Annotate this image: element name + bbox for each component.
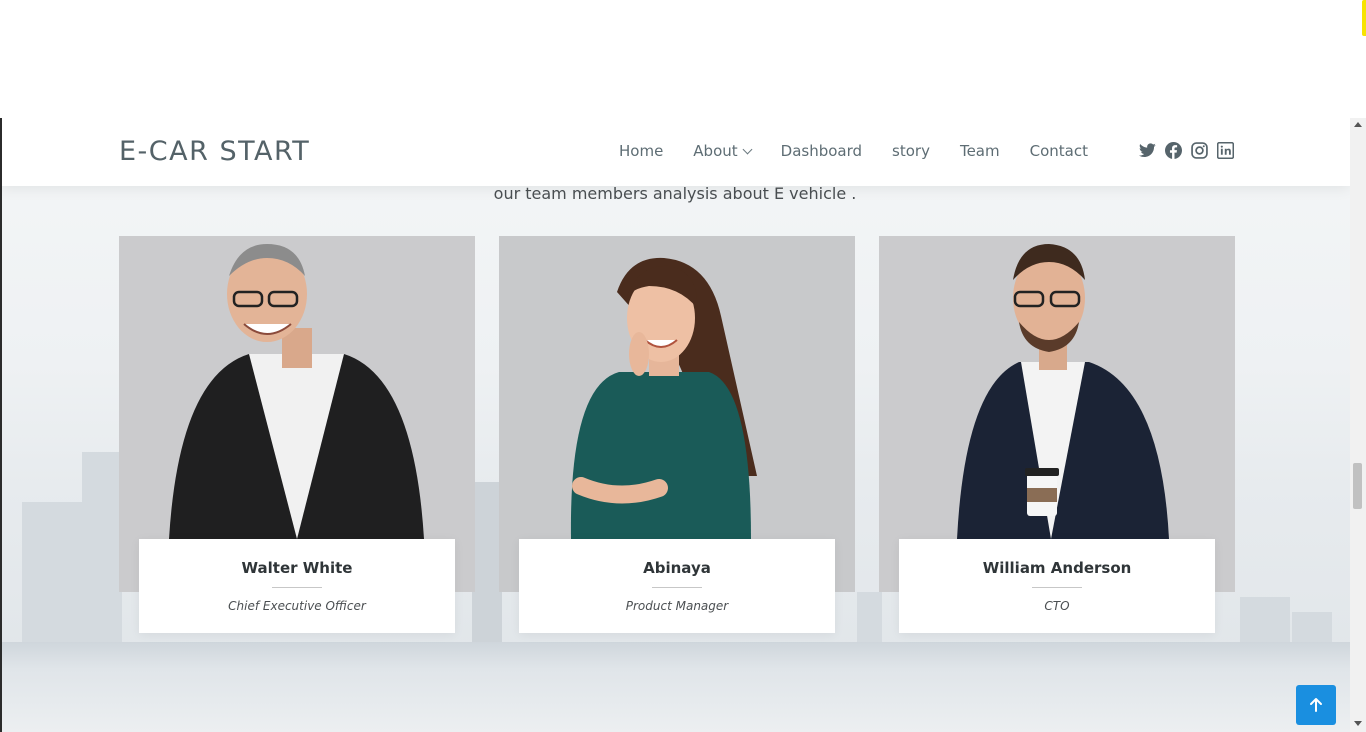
- team-member-card: Walter White Chief Executive Officer: [119, 236, 475, 633]
- twitter-icon[interactable]: [1139, 142, 1156, 159]
- site-logo[interactable]: E-CAR START: [119, 136, 310, 167]
- member-info: Abinaya Product Manager: [519, 539, 835, 633]
- header-navbar: E-CAR START Home About Dashboard story T…: [0, 118, 1350, 186]
- member-info: William Anderson CTO: [899, 539, 1215, 633]
- divider: [1032, 587, 1082, 588]
- member-role: CTO: [1044, 599, 1070, 613]
- nav-story[interactable]: story: [892, 142, 930, 160]
- nav-team[interactable]: Team: [960, 142, 1000, 160]
- linkedin-icon[interactable]: [1217, 142, 1234, 159]
- member-name: William Anderson: [982, 559, 1132, 577]
- member-name: Abinaya: [643, 559, 711, 577]
- team-member-card: William Anderson CTO: [879, 236, 1235, 633]
- scroll-up-arrow-icon[interactable]: [1354, 122, 1362, 127]
- nav-team-label: Team: [959, 142, 1000, 160]
- nav-dashboard-label: Dashboard: [780, 142, 863, 160]
- nav-contact[interactable]: Contact: [1030, 142, 1088, 160]
- main-nav: Home About Dashboard story Team Contact: [619, 142, 1118, 160]
- member-name: Walter White: [241, 559, 353, 577]
- nav-about[interactable]: About: [693, 142, 753, 160]
- team-member-card: Abinaya Product Manager: [499, 236, 855, 633]
- member-role: Product Manager: [625, 599, 729, 613]
- instagram-icon[interactable]: [1191, 142, 1208, 159]
- nav-home-label: Home: [619, 142, 664, 160]
- member-info: Walter White Chief Executive Officer: [139, 539, 455, 633]
- team-subtitle: our team members analysis about E vehicl…: [493, 184, 857, 203]
- nav-dashboard[interactable]: Dashboard: [781, 142, 862, 160]
- back-to-top-button[interactable]: [1296, 685, 1336, 725]
- nav-about-label: About: [693, 142, 738, 160]
- arrow-up-icon: [1310, 698, 1322, 712]
- top-blank-area: [0, 0, 1366, 118]
- scroll-thumb[interactable]: [1353, 463, 1362, 509]
- scroll-down-arrow-icon[interactable]: [1354, 721, 1362, 726]
- nav-home[interactable]: Home: [619, 142, 663, 160]
- nav-contact-label: Contact: [1029, 142, 1088, 160]
- divider: [652, 587, 702, 588]
- highlight-mark: [1362, 0, 1366, 36]
- social-links: [1139, 142, 1234, 159]
- chevron-down-icon: [742, 144, 753, 154]
- page-viewport: E-CAR START Home About Dashboard story T…: [0, 118, 1366, 732]
- divider: [272, 587, 322, 588]
- window-border: [0, 118, 2, 732]
- vertical-scrollbar[interactable]: [1350, 118, 1366, 732]
- member-role: Chief Executive Officer: [228, 599, 366, 613]
- facebook-icon[interactable]: [1165, 142, 1182, 159]
- river: [2, 642, 1350, 732]
- nav-story-label: story: [892, 142, 930, 160]
